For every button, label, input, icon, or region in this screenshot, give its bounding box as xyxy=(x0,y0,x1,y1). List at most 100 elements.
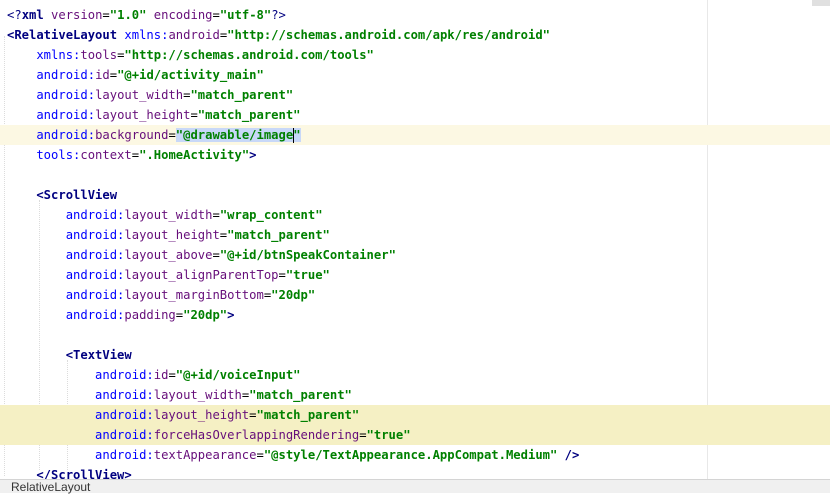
code-line-text: <?xml version="1.0" encoding="utf-8"?> xyxy=(7,5,286,25)
code-token: id xyxy=(153,368,169,382)
code-token: encoding xyxy=(146,8,213,22)
code-line-text xyxy=(7,325,14,345)
code-token: layout_marginBottom xyxy=(124,288,264,302)
code-token: android: xyxy=(7,448,154,462)
code-token: android: xyxy=(7,128,96,142)
code-line-text: android:layout_height="match_parent" xyxy=(7,405,359,425)
code-token: "@+id/activity_main" xyxy=(117,68,264,82)
code-line[interactable]: android:layout_alignParentTop="true" xyxy=(0,265,830,285)
code-line[interactable]: android:layout_width="match_parent" xyxy=(0,385,830,405)
code-token: "@+id/btnSpeakContainer" xyxy=(219,248,396,262)
code-line-text: </ScrollView> xyxy=(7,465,132,479)
code-token: android: xyxy=(7,248,125,262)
code-line[interactable]: android:padding="20dp"> xyxy=(0,305,830,325)
code-token: = xyxy=(278,268,286,282)
code-line-text: <ScrollView xyxy=(7,185,117,205)
code-token: id xyxy=(95,68,110,82)
code-token: = xyxy=(168,128,176,142)
code-token: <TextView xyxy=(7,348,132,362)
code-line-text: android:id="@+id/activity_main" xyxy=(7,65,264,85)
code-line[interactable]: android:layout_above="@+id/btnSpeakConta… xyxy=(0,245,830,265)
code-token: "match_parent" xyxy=(256,408,360,422)
code-token: = xyxy=(109,68,118,82)
code-line[interactable]: </ScrollView> xyxy=(0,465,830,479)
code-token: version xyxy=(51,8,103,22)
code-token: android xyxy=(168,28,220,42)
code-token: "http://schemas.android.com/apk/res/andr… xyxy=(227,28,551,42)
code-token: = xyxy=(212,208,220,222)
code-line[interactable]: <RelativeLayout xmlns:android="http://sc… xyxy=(0,25,830,45)
code-line[interactable]: tools:context=".HomeActivity"> xyxy=(0,145,830,165)
code-token: layout_height xyxy=(95,108,191,122)
code-line-text xyxy=(7,165,14,185)
code-token: android: xyxy=(7,108,96,122)
code-token: ?> xyxy=(271,8,286,22)
code-line[interactable]: android:textAppearance="@style/TextAppea… xyxy=(0,445,830,465)
code-token: </ScrollView> xyxy=(7,468,132,479)
code-line[interactable]: android:layout_width="match_parent" xyxy=(0,85,830,105)
code-line[interactable]: android:layout_height="match_parent" xyxy=(0,225,830,245)
code-token: "match_parent" xyxy=(227,228,330,242)
code-line[interactable]: android:layout_height="match_parent" xyxy=(0,105,830,125)
code-token: = xyxy=(256,448,264,462)
code-line-text: android:textAppearance="@style/TextAppea… xyxy=(7,445,579,465)
code-token: = xyxy=(212,248,220,262)
code-line[interactable] xyxy=(0,165,830,185)
code-token: xml xyxy=(21,8,52,22)
code-token: layout_alignParentTop xyxy=(124,268,279,282)
code-line[interactable]: android:layout_height="match_parent" xyxy=(0,405,830,425)
code-token: layout_width xyxy=(124,208,213,222)
code-token: "@style/TextAppearance.AppCompat.Medium" xyxy=(263,448,558,462)
code-token: = xyxy=(190,108,198,122)
code-token: <ScrollView xyxy=(7,188,118,202)
code-token: xmlns: xyxy=(124,28,169,42)
code-token: "@drawable/image" xyxy=(175,128,301,143)
code-token: layout_height xyxy=(153,408,250,422)
code-line-text: android:layout_height="match_parent" xyxy=(7,105,301,125)
code-line-text: android:forceHasOverlappingRendering="tr… xyxy=(7,425,411,445)
code-token: layout_width xyxy=(153,388,242,402)
code-line[interactable]: android:background="@drawable/image" xyxy=(0,125,830,145)
code-line-text: xmlns:tools="http://schemas.android.com/… xyxy=(7,45,374,65)
code-line[interactable] xyxy=(0,325,830,345)
code-token: tools xyxy=(80,48,118,62)
code-token: android: xyxy=(7,228,125,242)
code-token: "1.0" xyxy=(109,8,147,22)
code-line-text: android:layout_width="wrap_content" xyxy=(7,205,323,225)
status-bar: RelativeLayout xyxy=(0,479,830,494)
code-token: = xyxy=(168,368,176,382)
code-line[interactable]: android:id="@+id/activity_main" xyxy=(0,65,830,85)
text-caret xyxy=(292,128,294,143)
code-line-text: android:layout_marginBottom="20dp" xyxy=(7,285,316,305)
code-line[interactable]: <?xml version="1.0" encoding="utf-8"?> xyxy=(0,5,830,25)
code-token: context xyxy=(80,148,132,162)
code-token: "true" xyxy=(366,428,411,442)
code-line-text: android:layout_height="match_parent" xyxy=(7,225,330,245)
code-line[interactable]: <TextView xyxy=(0,345,830,365)
code-token: > xyxy=(249,148,257,162)
code-token: "http://schemas.android.com/tools" xyxy=(124,48,374,62)
code-token: "20dp" xyxy=(183,308,228,322)
code-token: android: xyxy=(7,308,125,322)
code-line-text: android:padding="20dp"> xyxy=(7,305,235,325)
code-line[interactable]: android:layout_width="wrap_content" xyxy=(0,205,830,225)
code-token: android: xyxy=(7,428,154,442)
code-token: "match_parent" xyxy=(197,108,301,122)
code-line[interactable]: android:forceHasOverlappingRendering="tr… xyxy=(0,425,830,445)
code-line[interactable]: <ScrollView xyxy=(0,185,830,205)
code-line[interactable]: android:layout_marginBottom="20dp" xyxy=(0,285,830,305)
code-line[interactable]: xmlns:tools="http://schemas.android.com/… xyxy=(0,45,830,65)
code-token: android: xyxy=(7,268,125,282)
code-token: android: xyxy=(7,88,96,102)
code-line[interactable]: android:id="@+id/voiceInput" xyxy=(0,365,830,385)
code-token: = xyxy=(359,428,367,442)
code-token: android: xyxy=(7,408,154,422)
code-token: android: xyxy=(7,208,125,222)
code-line-text: android:layout_width="match_parent" xyxy=(7,85,293,105)
code-token: layout_above xyxy=(124,248,213,262)
code-line-text: android:id="@+id/voiceInput" xyxy=(7,365,300,385)
code-editor[interactable]: <?xml version="1.0" encoding="utf-8"?> <R… xyxy=(0,0,830,479)
code-token: android: xyxy=(7,68,96,82)
code-line-text: android:layout_above="@+id/btnSpeakConta… xyxy=(7,245,396,265)
